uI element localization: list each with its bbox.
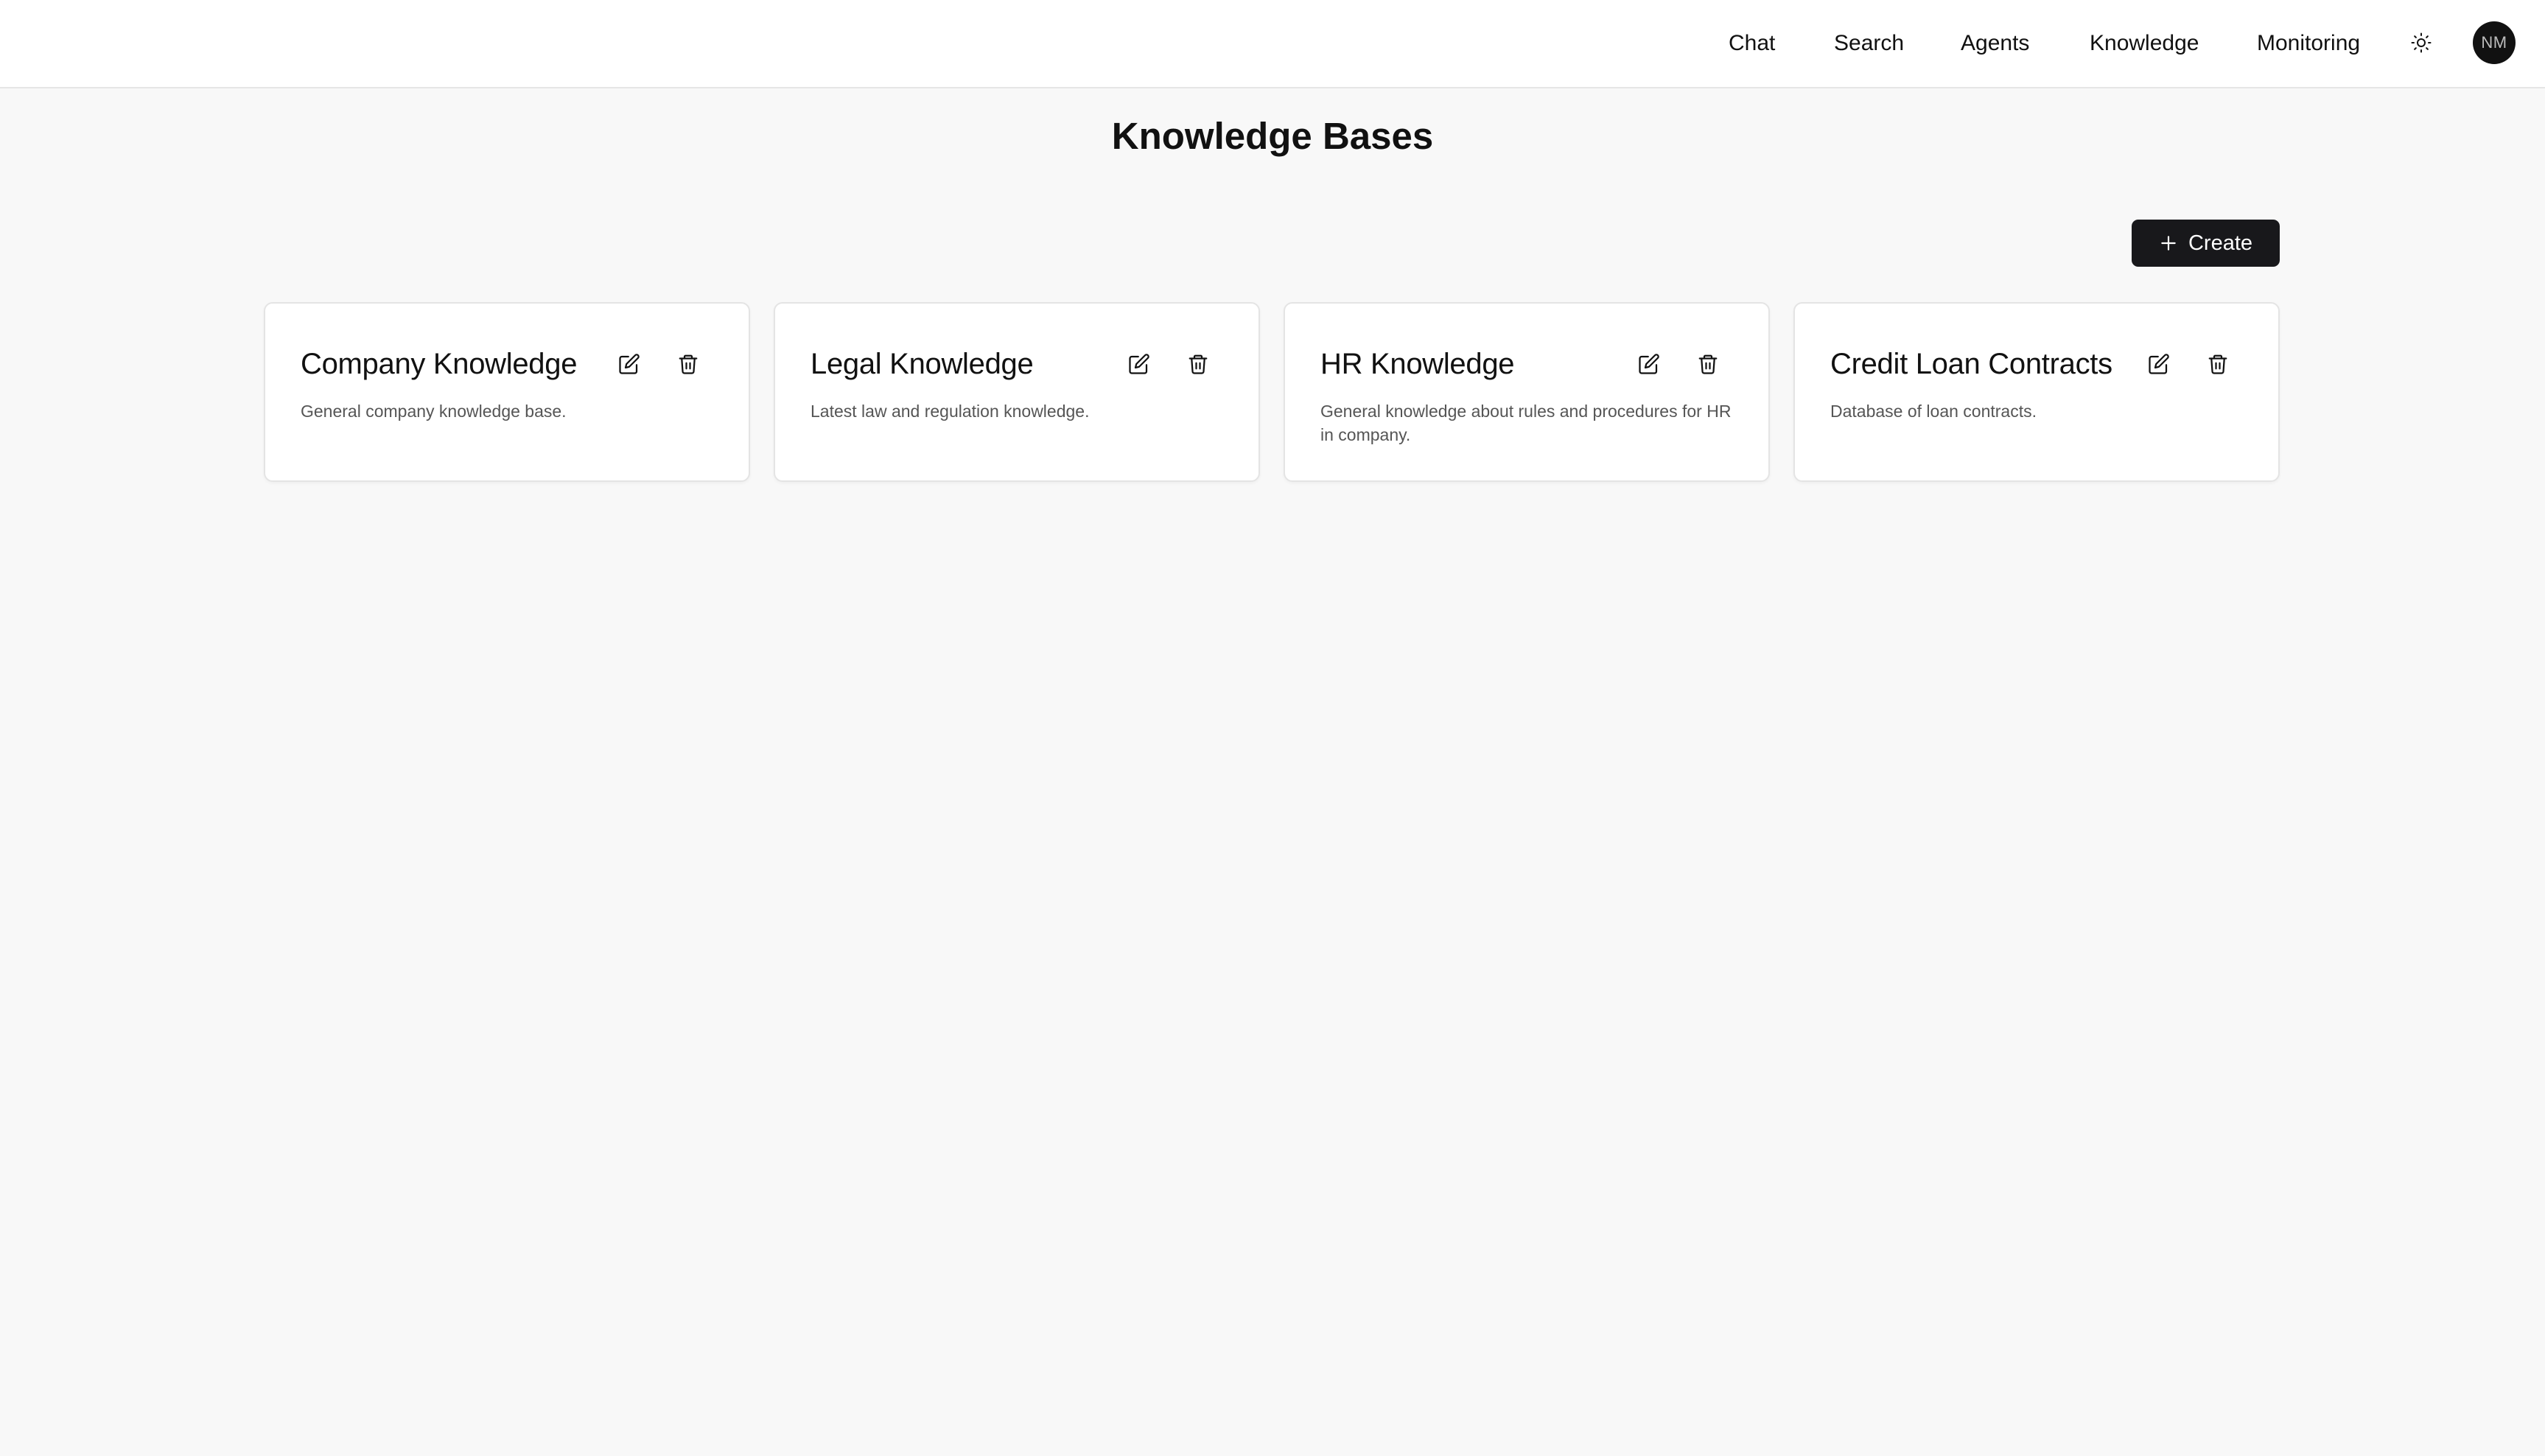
sun-icon bbox=[2411, 32, 2432, 53]
trash-icon bbox=[1698, 354, 1718, 374]
delete-button[interactable] bbox=[672, 348, 704, 380]
knowledge-base-card[interactable]: HR Knowledge General knowledge about rul… bbox=[1284, 302, 1770, 482]
edit-button[interactable] bbox=[2143, 348, 2175, 380]
nav-item-search[interactable]: Search bbox=[1834, 0, 1904, 87]
knowledge-base-card[interactable]: Company Knowledge General company knowle… bbox=[264, 302, 750, 482]
delete-button[interactable] bbox=[1182, 348, 1214, 380]
card-title: HR Knowledge bbox=[1320, 348, 1515, 380]
edit-icon bbox=[1639, 354, 1659, 374]
knowledge-base-card[interactable]: Legal Knowledge Latest law and regulatio… bbox=[774, 302, 1260, 482]
knowledge-base-card[interactable]: Credit Loan Contracts Database of loan c… bbox=[1793, 302, 2280, 482]
edit-icon bbox=[1129, 354, 1149, 374]
card-title: Company Knowledge bbox=[301, 348, 578, 380]
nav-item-chat[interactable]: Chat bbox=[1729, 0, 1775, 87]
card-description: Database of loan contracts. bbox=[1830, 402, 2037, 421]
nav-item-agents[interactable]: Agents bbox=[1961, 0, 2029, 87]
edit-icon bbox=[619, 354, 640, 374]
delete-button[interactable] bbox=[2202, 348, 2234, 380]
create-button[interactable]: Create bbox=[2132, 220, 2280, 267]
edit-icon bbox=[2149, 354, 2169, 374]
card-description: General knowledge about rules and proced… bbox=[1320, 402, 1732, 444]
theme-toggle-button[interactable] bbox=[2405, 27, 2437, 59]
trash-icon bbox=[679, 354, 698, 374]
edit-button[interactable] bbox=[613, 348, 645, 380]
card-description: General company knowledge base. bbox=[301, 402, 567, 421]
edit-button[interactable] bbox=[1633, 348, 1665, 380]
delete-button[interactable] bbox=[1692, 348, 1724, 380]
top-navigation-bar: Chat Search Agents Knowledge Monitoring … bbox=[0, 0, 2545, 88]
edit-button[interactable] bbox=[1123, 348, 1155, 380]
card-title: Legal Knowledge bbox=[811, 348, 1034, 380]
nav-item-monitoring[interactable]: Monitoring bbox=[2257, 0, 2360, 87]
nav-item-knowledge[interactable]: Knowledge bbox=[2090, 0, 2199, 87]
trash-icon bbox=[2208, 354, 2227, 374]
card-description: Latest law and regulation knowledge. bbox=[811, 402, 1090, 421]
create-button-label: Create bbox=[2188, 231, 2253, 255]
plus-icon bbox=[2161, 236, 2176, 251]
card-title: Credit Loan Contracts bbox=[1830, 348, 2112, 380]
trash-icon bbox=[1189, 354, 1208, 374]
page-title: Knowledge Bases bbox=[1111, 115, 1434, 157]
user-avatar[interactable]: NM bbox=[2473, 21, 2516, 64]
